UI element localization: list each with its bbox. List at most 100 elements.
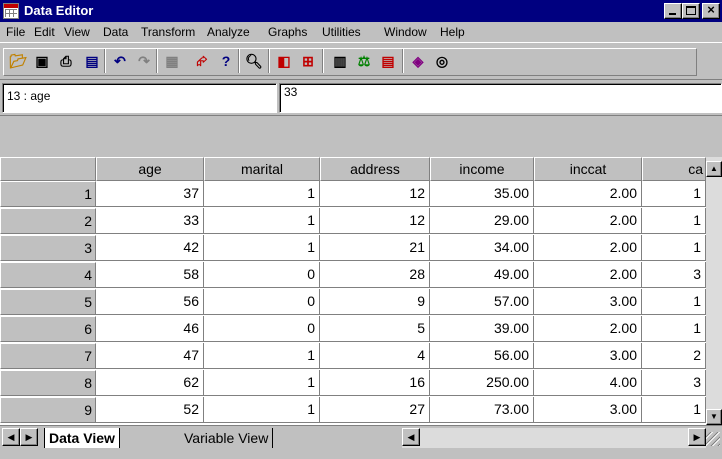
- menu-utilities[interactable]: Utilities: [322, 25, 361, 39]
- cell-inccat[interactable]: 2.00: [534, 235, 642, 261]
- open-icon[interactable]: 📂︎: [6, 49, 30, 73]
- menu-file[interactable]: File: [6, 25, 25, 39]
- cell-marital[interactable]: 1: [204, 370, 320, 396]
- resize-grip[interactable]: [706, 432, 720, 446]
- menu-data[interactable]: Data: [103, 25, 128, 39]
- cell-ca[interactable]: 3: [642, 262, 706, 288]
- cell-age[interactable]: 42: [96, 235, 204, 261]
- menu-transform[interactable]: Transform: [141, 25, 195, 39]
- cell-income[interactable]: 39.00: [430, 316, 534, 342]
- tab-scroll-left-button[interactable]: ◀: [2, 428, 20, 446]
- cell-marital[interactable]: 1: [204, 181, 320, 207]
- undo-icon[interactable]: ↶: [108, 49, 132, 73]
- menu-graphs[interactable]: Graphs: [268, 25, 307, 39]
- cell-age[interactable]: 52: [96, 397, 204, 423]
- column-header-ca[interactable]: ca: [642, 157, 706, 181]
- cell-income[interactable]: 57.00: [430, 289, 534, 315]
- column-header-income[interactable]: income: [430, 157, 534, 181]
- cell-inccat[interactable]: 2.00: [534, 316, 642, 342]
- minimize-button[interactable]: [664, 3, 682, 19]
- title-bar[interactable]: Data Editor ×: [0, 0, 722, 22]
- cell-age[interactable]: 62: [96, 370, 204, 396]
- cell-ca[interactable]: 3: [642, 370, 706, 396]
- cell-income[interactable]: 250.00: [430, 370, 534, 396]
- row-header[interactable]: 4: [0, 262, 96, 288]
- cell-address[interactable]: 12: [320, 181, 430, 207]
- value-labels-icon[interactable]: ◈: [406, 49, 430, 73]
- menu-help[interactable]: Help: [440, 25, 465, 39]
- close-button[interactable]: ×: [702, 2, 720, 19]
- use-sets-icon[interactable]: ◎: [430, 49, 454, 73]
- cell-value-input[interactable]: 33: [279, 83, 722, 113]
- variables-icon[interactable]: ?: [214, 49, 238, 73]
- cell-marital[interactable]: 1: [204, 208, 320, 234]
- column-header-marital[interactable]: marital: [204, 157, 320, 181]
- column-header-inccat[interactable]: inccat: [534, 157, 642, 181]
- row-header[interactable]: 1: [0, 181, 96, 207]
- redo-icon[interactable]: ↷: [132, 49, 156, 73]
- menu-edit[interactable]: Edit: [34, 25, 55, 39]
- select-all-corner[interactable]: [0, 157, 96, 181]
- menu-analyze[interactable]: Analyze: [207, 25, 250, 39]
- row-header[interactable]: 6: [0, 316, 96, 342]
- select-cases-icon[interactable]: ▤: [376, 49, 400, 73]
- cell-income[interactable]: 29.00: [430, 208, 534, 234]
- cell-inccat[interactable]: 3.00: [534, 343, 642, 369]
- scroll-left-button[interactable]: ◀: [402, 428, 420, 446]
- find-icon[interactable]: 🔍︎: [242, 49, 266, 73]
- cell-marital[interactable]: 1: [204, 397, 320, 423]
- cell-income[interactable]: 73.00: [430, 397, 534, 423]
- cell-ca[interactable]: 2: [642, 343, 706, 369]
- cell-marital[interactable]: 1: [204, 343, 320, 369]
- cell-inccat[interactable]: 3.00: [534, 397, 642, 423]
- cell-age[interactable]: 46: [96, 316, 204, 342]
- print-icon[interactable]: ⎙: [54, 49, 78, 73]
- cell-address[interactable]: 5: [320, 316, 430, 342]
- horizontal-scrollbar[interactable]: ◀ ▶: [402, 428, 706, 448]
- cell-address[interactable]: 27: [320, 397, 430, 423]
- row-header[interactable]: 2: [0, 208, 96, 234]
- cell-ca[interactable]: 1: [642, 289, 706, 315]
- cell-address[interactable]: 21: [320, 235, 430, 261]
- split-file-icon[interactable]: ▥: [328, 49, 352, 73]
- cell-address[interactable]: 16: [320, 370, 430, 396]
- scroll-right-button[interactable]: ▶: [688, 428, 706, 446]
- cell-age[interactable]: 33: [96, 208, 204, 234]
- row-header[interactable]: 9: [0, 397, 96, 423]
- cell-address[interactable]: 28: [320, 262, 430, 288]
- column-header-address[interactable]: address: [320, 157, 430, 181]
- row-header[interactable]: 5: [0, 289, 96, 315]
- cell-marital[interactable]: 0: [204, 316, 320, 342]
- cell-inccat[interactable]: 4.00: [534, 370, 642, 396]
- cell-age[interactable]: 58: [96, 262, 204, 288]
- cell-ca[interactable]: 1: [642, 397, 706, 423]
- cell-ca[interactable]: 1: [642, 181, 706, 207]
- row-header[interactable]: 7: [0, 343, 96, 369]
- cell-marital[interactable]: 1: [204, 235, 320, 261]
- cell-marital[interactable]: 0: [204, 289, 320, 315]
- cell-age[interactable]: 56: [96, 289, 204, 315]
- cell-age[interactable]: 47: [96, 343, 204, 369]
- cell-income[interactable]: 49.00: [430, 262, 534, 288]
- cell-inccat[interactable]: 2.00: [534, 262, 642, 288]
- goto-chart-icon[interactable]: ▦: [160, 49, 184, 73]
- cell-marital[interactable]: 0: [204, 262, 320, 288]
- cell-ca[interactable]: 1: [642, 316, 706, 342]
- cell-address[interactable]: 9: [320, 289, 430, 315]
- cell-ca[interactable]: 1: [642, 208, 706, 234]
- cell-age[interactable]: 37: [96, 181, 204, 207]
- scroll-down-button[interactable]: ▼: [706, 409, 722, 425]
- cell-income[interactable]: 34.00: [430, 235, 534, 261]
- cell-inccat[interactable]: 2.00: [534, 181, 642, 207]
- weight-cases-icon[interactable]: ⚖: [352, 49, 376, 73]
- column-header-age[interactable]: age: [96, 157, 204, 181]
- scroll-up-button[interactable]: ▲: [706, 161, 722, 177]
- tab-variable-view[interactable]: Variable View: [180, 428, 274, 448]
- cell-income[interactable]: 35.00: [430, 181, 534, 207]
- tab-data-view[interactable]: Data View: [44, 428, 120, 448]
- dialog-recall-icon[interactable]: ▤: [80, 49, 104, 73]
- cell-address[interactable]: 4: [320, 343, 430, 369]
- save-icon[interactable]: ▣: [30, 49, 54, 73]
- cell-income[interactable]: 56.00: [430, 343, 534, 369]
- vertical-scrollbar[interactable]: ▲ ▼: [706, 157, 722, 425]
